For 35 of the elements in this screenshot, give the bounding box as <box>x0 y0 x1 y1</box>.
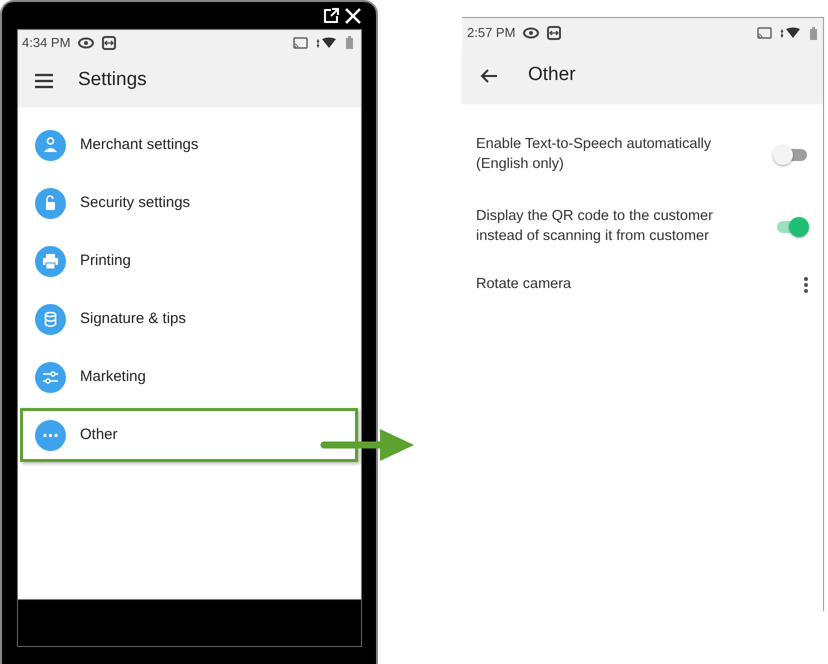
menu-icon[interactable] <box>34 72 54 88</box>
cast-icon <box>293 36 308 48</box>
more-vertical-icon[interactable] <box>803 276 809 294</box>
toggle-switch[interactable] <box>773 144 809 166</box>
toolbar-title: Other <box>528 63 576 88</box>
menu-item[interactable]: Merchant settings <box>20 118 358 172</box>
close-icon[interactable] <box>344 6 362 24</box>
menu-item[interactable]: Marketing <box>20 350 358 404</box>
wifi-icon <box>316 36 338 48</box>
battery-icon <box>810 26 817 40</box>
popout-icon[interactable] <box>322 6 340 24</box>
wifi-icon <box>780 27 802 39</box>
toolbar-title: Settings <box>78 68 147 92</box>
menu-item[interactable]: Signature & tips <box>20 292 358 346</box>
back-arrow-icon[interactable] <box>480 68 498 84</box>
menu-item[interactable]: Security settings <box>20 176 358 230</box>
database-icon <box>35 304 66 334</box>
sliders-icon <box>35 362 66 392</box>
eye-icon <box>78 36 94 48</box>
setting-label: Rotate camera <box>476 275 572 294</box>
setting-label: Display the QR code to the customer instead of scanning it from customer <box>476 207 713 246</box>
padlock-icon <box>35 188 66 218</box>
more-icon <box>35 420 66 450</box>
status-time: 4:34 PM <box>22 34 70 52</box>
remote-icon <box>102 36 116 50</box>
eye-icon <box>523 27 540 39</box>
menu-item[interactable]: Printing <box>20 234 358 288</box>
battery-icon <box>346 36 353 49</box>
person-icon <box>35 130 66 160</box>
status-time: 2:57 PM <box>467 24 516 42</box>
remote-icon <box>547 26 562 40</box>
cast-icon <box>757 27 772 39</box>
menu-item[interactable]: Other <box>20 408 358 462</box>
printer-icon <box>35 246 66 276</box>
setting-label: Enable Text-to-Speech automatically (English only) <box>476 135 712 174</box>
